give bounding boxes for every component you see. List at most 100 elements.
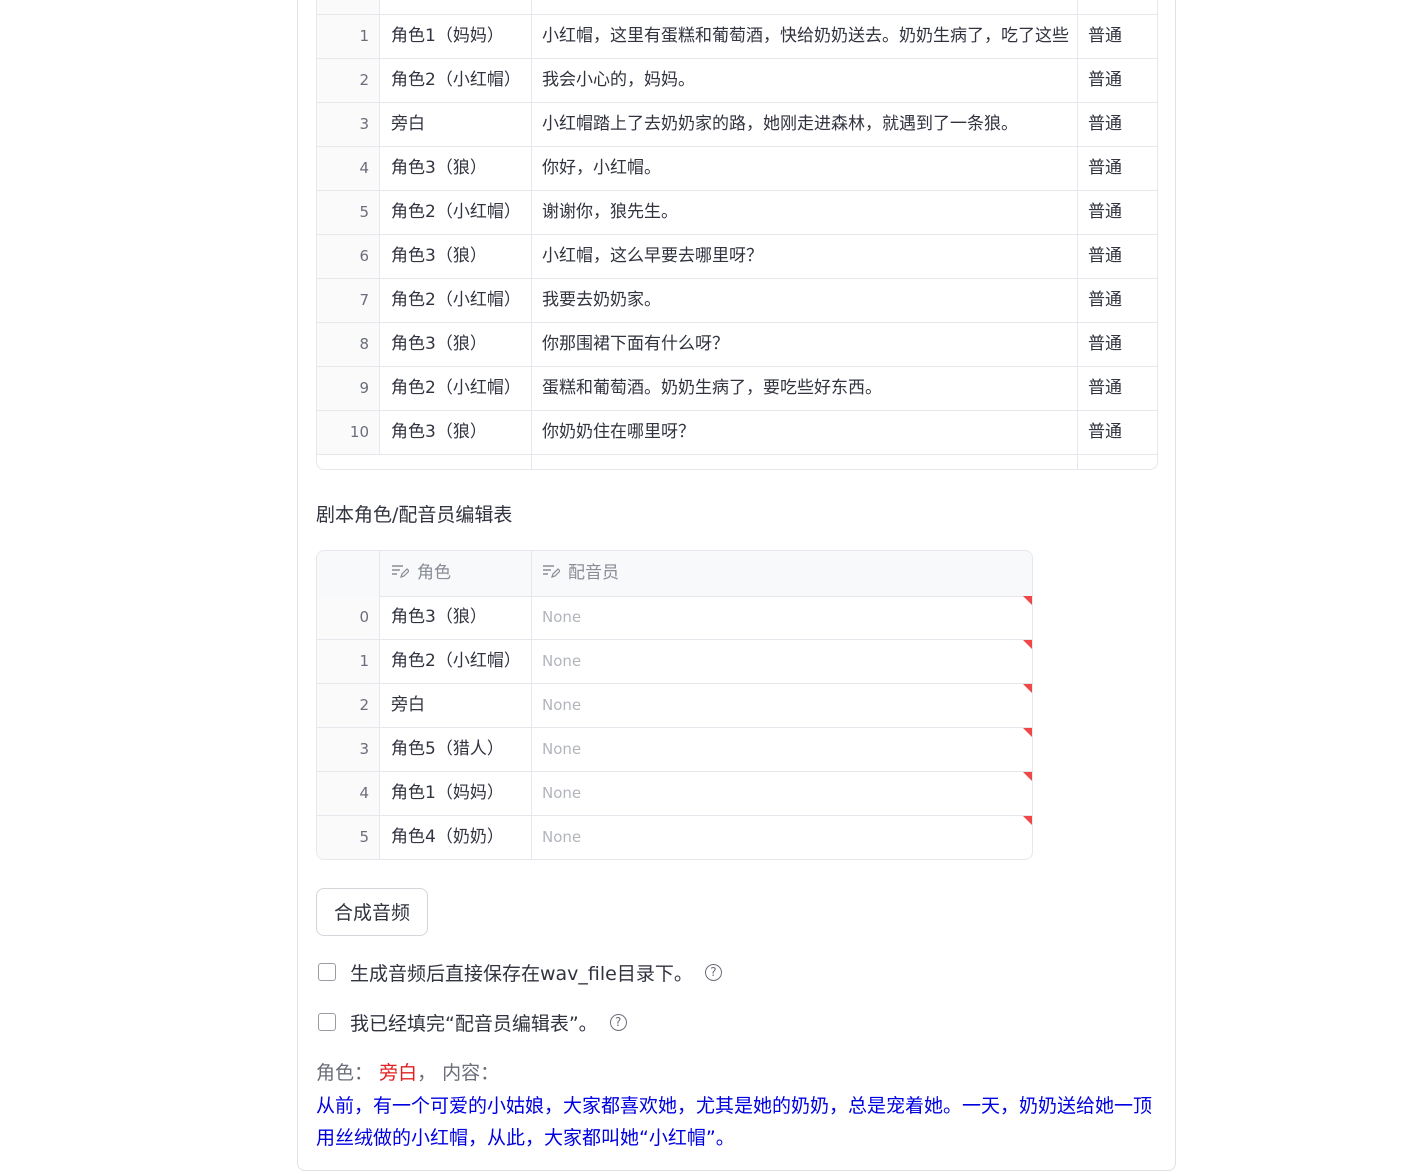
mode-cell[interactable]: 普通 xyxy=(1078,191,1157,234)
edit-column-icon xyxy=(392,565,409,578)
role-cell[interactable]: 角色1（妈妈） xyxy=(381,772,531,815)
required-marker-icon xyxy=(1023,772,1032,781)
mode-cell[interactable]: 普通 xyxy=(1078,15,1157,58)
row-index-cell: 1 xyxy=(317,640,380,683)
role-cell[interactable]: 角色4（奶奶） xyxy=(381,816,531,859)
column-divider xyxy=(531,551,532,859)
table-row[interactable]: 0旁白从前，有一个可爱的小姑娘，大家都喜欢她，尤其是她的奶奶，总是宠普通 xyxy=(317,0,1157,15)
editor-done-label[interactable]: 我已经填完“配音员编辑表”。 xyxy=(350,1009,598,1036)
role-editor-table[interactable]: 角色 配音员 0 角色3（狼） None 1 角色2（小红帽） None 2 旁白 None 3 角… xyxy=(316,550,1033,860)
row-index-cell: 7 xyxy=(317,279,380,322)
mode-cell[interactable]: 普通 xyxy=(1078,235,1157,278)
role-cell[interactable]: 角色3（狼） xyxy=(381,411,531,454)
table-row[interactable]: 8 角色3（狼） 你那围裙下面有什么呀？ 普通 xyxy=(317,323,1157,367)
voice-actor-cell[interactable]: None xyxy=(532,640,1032,683)
line-text-cell[interactable]: 小红帽，这么早要去哪里呀？ xyxy=(532,235,1077,278)
table-row[interactable]: 4 角色3（狼） 你好，小红帽。 普通 xyxy=(317,147,1157,191)
line-text-cell[interactable]: 蛋糕和葡萄酒。奶奶生病了，要吃些好东西。 xyxy=(532,367,1077,410)
line-text-cell[interactable]: 我要去奶奶家。 xyxy=(532,279,1077,322)
script-table[interactable]: 0旁白从前，有一个可爱的小姑娘，大家都喜欢她，尤其是她的奶奶，总是宠普通1角色1… xyxy=(316,0,1158,470)
mode-cell[interactable]: 普通 xyxy=(1078,147,1157,190)
row-index-cell: 10 xyxy=(317,411,380,454)
role-cell[interactable]: 角色2（小红帽） xyxy=(381,59,531,102)
save-to-wav-option[interactable]: 生成音频后直接保存在wav_file目录下。 ? xyxy=(318,959,722,986)
role-cell[interactable]: 旁白 xyxy=(381,684,531,727)
line-text-cell[interactable]: 从前，有一个可爱的小姑娘，大家都喜欢她，尤其是她的奶奶，总是宠 xyxy=(532,0,1077,14)
table-row[interactable]: 0 角色3（狼） None xyxy=(317,596,1032,640)
row-index-cell: 8 xyxy=(317,323,380,366)
row-index-cell: 0 xyxy=(317,596,380,639)
required-marker-icon xyxy=(1023,728,1032,737)
role-cell[interactable]: 角色3（狼） xyxy=(381,323,531,366)
row-index-cell: 9 xyxy=(317,367,380,410)
table-row[interactable]: 5 角色2（小红帽） 谢谢你，狼先生。 普通 xyxy=(317,191,1157,235)
table-row[interactable]: 2 旁白 None xyxy=(317,684,1032,728)
save-to-wav-checkbox[interactable] xyxy=(318,963,336,981)
table-row[interactable]: 9 角色2（小红帽） 蛋糕和葡萄酒。奶奶生病了，要吃些好东西。 普通 xyxy=(317,367,1157,411)
role-cell[interactable]: 角色2（小红帽） xyxy=(381,279,531,322)
role-cell[interactable]: 角色2（小红帽） xyxy=(381,191,531,234)
role-cell[interactable]: 角色5（猎人） xyxy=(381,728,531,771)
row-index-cell: 3 xyxy=(317,728,380,771)
save-to-wav-label[interactable]: 生成音频后直接保存在wav_file目录下。 xyxy=(350,959,693,986)
table-row[interactable]: 2 角色2（小红帽） 我会小心的，妈妈。 普通 xyxy=(317,59,1157,103)
mode-cell[interactable]: 普通 xyxy=(1078,323,1157,366)
line-text-cell[interactable]: 谢谢你，狼先生。 xyxy=(532,191,1077,234)
role-cell[interactable]: 旁白 xyxy=(381,0,531,14)
voice-actor-cell[interactable]: None xyxy=(532,728,1032,771)
table-row[interactable]: 10 角色3（狼） 你奶奶住在哪里呀？ 普通 xyxy=(317,411,1157,455)
row-index-cell: 4 xyxy=(317,772,380,815)
role-cell[interactable]: 角色2（小红帽） xyxy=(381,367,531,410)
column-header-role[interactable]: 角色 xyxy=(381,551,531,596)
line-text-cell[interactable]: 你好，小红帽。 xyxy=(532,147,1077,190)
role-cell[interactable]: 旁白 xyxy=(381,103,531,146)
row-index-cell: 3 xyxy=(317,103,380,146)
required-marker-icon xyxy=(1023,684,1032,693)
mode-cell[interactable]: 普通 xyxy=(1078,103,1157,146)
role-editor-header: 角色 配音员 xyxy=(317,551,1032,597)
table-row[interactable]: 1 角色2（小红帽） None xyxy=(317,640,1032,684)
row-index-cell: 2 xyxy=(317,59,380,102)
table-row[interactable]: 3 角色5（猎人） None xyxy=(317,728,1032,772)
table-row[interactable]: 7 角色2（小红帽） 我要去奶奶家。 普通 xyxy=(317,279,1157,323)
mode-cell[interactable]: 普通 xyxy=(1078,0,1157,14)
voice-actor-cell[interactable]: None xyxy=(532,684,1032,727)
line-text-cell[interactable]: 你那围裙下面有什么呀？ xyxy=(532,323,1077,366)
status-content-text: 从前，有一个可爱的小姑娘，大家都喜欢她，尤其是她的奶奶，总是宠着她。一天，奶奶送… xyxy=(316,1095,1153,1149)
table-row[interactable]: 6 角色3（狼） 小红帽，这么早要去哪里呀？ 普通 xyxy=(317,235,1157,279)
role-cell[interactable]: 角色3（狼） xyxy=(381,235,531,278)
edit-column-icon xyxy=(543,565,560,578)
row-index-cell: 6 xyxy=(317,235,380,278)
role-cell[interactable]: 角色3（狼） xyxy=(381,147,531,190)
voice-actor-cell[interactable]: None xyxy=(532,816,1032,859)
mode-cell[interactable]: 普通 xyxy=(1078,59,1157,102)
line-text-cell[interactable]: 你奶奶住在哪里呀？ xyxy=(532,411,1077,454)
table-row[interactable]: 1 角色1（妈妈） 小红帽，这里有蛋糕和葡萄酒，快给奶奶送去。奶奶生病了，吃了这些普… xyxy=(317,15,1157,59)
editor-done-option[interactable]: 我已经填完“配音员编辑表”。 ? xyxy=(318,1009,627,1036)
row-index-cell: 4 xyxy=(317,147,380,190)
mode-cell[interactable]: 普通 xyxy=(1078,411,1157,454)
editor-done-checkbox[interactable] xyxy=(318,1013,336,1031)
synthesize-audio-button[interactable]: 合成音频 xyxy=(316,888,428,936)
line-text-cell[interactable]: 小红帽踏上了去奶奶家的路，她刚走进森林，就遇到了一条狼。 xyxy=(532,103,1077,146)
line-text-cell[interactable]: 我会小心的，妈妈。 xyxy=(532,59,1077,102)
row-index-cell: 2 xyxy=(317,684,380,727)
help-icon[interactable]: ? xyxy=(609,1013,627,1031)
voice-actor-cell[interactable]: None xyxy=(532,772,1032,815)
column-header-voice[interactable]: 配音员 xyxy=(532,551,1032,596)
role-cell[interactable]: 角色1（妈妈） xyxy=(381,15,531,58)
mode-cell[interactable]: 普通 xyxy=(1078,367,1157,410)
line-text-cell[interactable]: 小红帽，这里有蛋糕和葡萄酒，快给奶奶送去。奶奶生病了，吃了这些 xyxy=(532,15,1077,58)
status-role-prefix: 角色： xyxy=(316,1062,374,1084)
table-row[interactable]: 4 角色1（妈妈） None xyxy=(317,772,1032,816)
required-marker-icon xyxy=(1023,640,1032,649)
role-cell[interactable]: 角色3（狼） xyxy=(381,596,531,639)
table-row[interactable]: 3 旁白 小红帽踏上了去奶奶家的路，她刚走进森林，就遇到了一条狼。 普通 xyxy=(317,103,1157,147)
role-cell[interactable]: 角色2（小红帽） xyxy=(381,640,531,683)
column-header-voice-label: 配音员 xyxy=(568,563,619,583)
row-index-cell: 5 xyxy=(317,191,380,234)
mode-cell[interactable]: 普通 xyxy=(1078,279,1157,322)
table-row[interactable]: 5 角色4（奶奶） None xyxy=(317,816,1032,859)
help-icon[interactable]: ? xyxy=(704,963,722,981)
voice-actor-cell[interactable]: None xyxy=(532,596,1032,639)
